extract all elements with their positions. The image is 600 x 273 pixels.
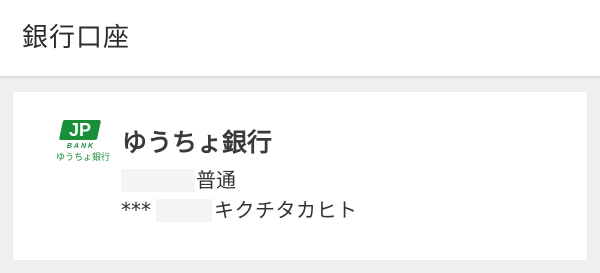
masked-account-number xyxy=(156,199,212,222)
logo-bank-name: ゆうちょ銀行 xyxy=(55,153,110,163)
jp-bank-logo: JP BANK ゆうちょ銀行 xyxy=(53,120,110,166)
app-header: 銀行口座 xyxy=(0,0,600,77)
masked-branch-info xyxy=(121,169,195,192)
jp-mark-icon: JP xyxy=(58,120,102,140)
account-type: 普通 xyxy=(196,168,236,192)
page-title: 銀行口座 xyxy=(22,23,131,53)
bank-account-card[interactable]: JP BANK ゆうちょ銀行 ゆうちょ銀行 普通 *** キクチタカヒト xyxy=(13,92,587,260)
logo-bank-text: BANK xyxy=(66,143,96,150)
bank-name: ゆうちょ銀行 xyxy=(122,128,273,157)
account-number-prefix: *** xyxy=(121,198,151,222)
account-holder-name: キクチタカヒト xyxy=(214,198,358,222)
logo-mark-text: JP xyxy=(68,120,92,140)
